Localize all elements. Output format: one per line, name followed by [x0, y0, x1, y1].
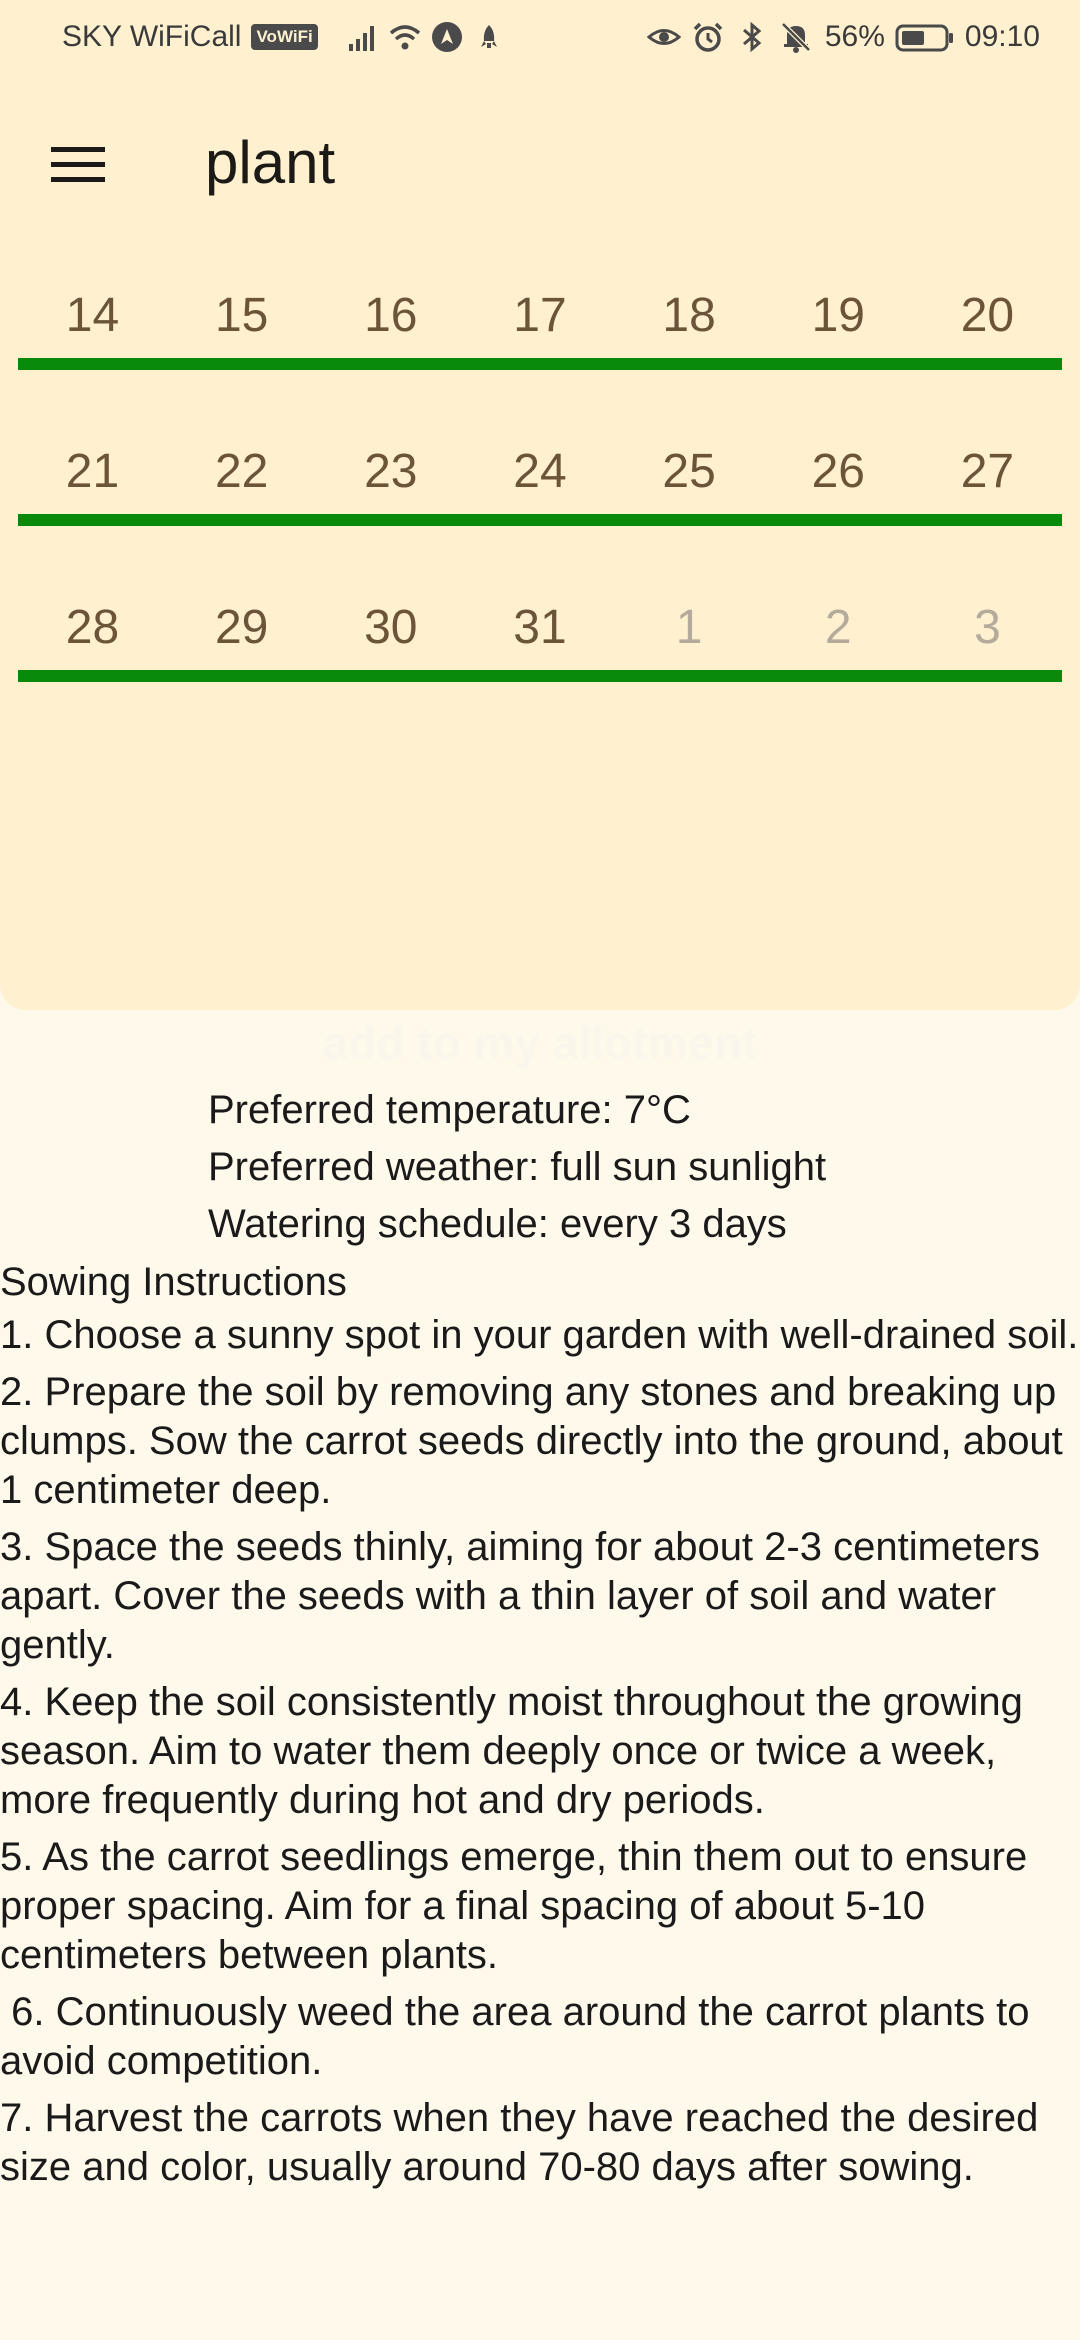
- calendar-day[interactable]: 17: [465, 288, 614, 343]
- calendar-day[interactable]: 25: [615, 444, 764, 499]
- calendar-week-divider: [18, 670, 1062, 682]
- carrier-label: SKY WiFiCall: [62, 20, 242, 53]
- instruction-step: 6. Continuously weed the area around the…: [0, 1990, 1041, 2083]
- calendar-card: SKY WiFiCall VoWiFi 56% 09:10 plant 14 1…: [0, 0, 1080, 1010]
- calendar-day-next-month[interactable]: 3: [913, 600, 1062, 655]
- status-right: 56% 09:10: [646, 20, 1040, 54]
- calendar-week-1: 14 15 16 17 18 19 20: [18, 260, 1062, 416]
- page-title: plant: [205, 129, 336, 196]
- calendar-week-divider: [18, 514, 1062, 526]
- bluetooth-icon: [742, 21, 762, 53]
- calendar-day[interactable]: 27: [913, 444, 1062, 499]
- signal-icon: [348, 26, 374, 51]
- status-bar: SKY WiFiCall VoWiFi 56% 09:10: [0, 0, 1080, 76]
- instruction-step: 3. Space the seeds thinly, aiming for ab…: [0, 1525, 1040, 1667]
- wifi-icon: [389, 25, 420, 50]
- preferred-weather: Preferred weather: full sun sunlight: [208, 1145, 827, 1189]
- calendar-day[interactable]: 31: [465, 600, 614, 655]
- calendar-day[interactable]: 21: [18, 444, 167, 499]
- clock: 09:10: [964, 20, 1040, 53]
- calendar-day[interactable]: 18: [615, 288, 764, 343]
- calendar-day-next-month[interactable]: 1: [615, 600, 764, 655]
- calendar-day[interactable]: 30: [316, 600, 465, 655]
- hamburger-menu-icon: [51, 147, 105, 182]
- calendar-day[interactable]: 20: [913, 288, 1062, 343]
- app-bar: plant: [0, 100, 1080, 230]
- calendar-day-next-month[interactable]: 2: [764, 600, 913, 655]
- instruction-step: 5. As the carrot seedlings emerge, thin …: [0, 1835, 1028, 1977]
- plant-info: Preferred temperature: 7°C Preferred wea…: [208, 1082, 826, 1253]
- calendar-week-divider: [18, 358, 1062, 370]
- calendar-day[interactable]: 19: [764, 288, 913, 343]
- preferred-temperature: Preferred temperature: 7°C: [208, 1088, 691, 1132]
- alarm-icon: [693, 22, 723, 52]
- calendar-day[interactable]: 28: [18, 600, 167, 655]
- instruction-step: 1. Choose a sunny spot in your garden wi…: [0, 1313, 1079, 1357]
- eye-icon: [646, 29, 681, 45]
- calendar-week-2: 21 22 23 24 25 26 27: [18, 416, 1062, 572]
- calendar-day[interactable]: 14: [18, 288, 167, 343]
- calendar-day[interactable]: 24: [465, 444, 614, 499]
- instruction-step: 2. Prepare the soil by removing any ston…: [0, 1370, 1063, 1512]
- sowing-instructions: Sowing Instructions 1. Choose a sunny sp…: [0, 1254, 1080, 2200]
- navigation-icon: [431, 22, 462, 52]
- instruction-step: 7. Harvest the carrots when they have re…: [0, 2096, 1039, 2189]
- rocket-icon: [480, 25, 497, 48]
- instruction-step: 4. Keep the soil consistently moist thro…: [0, 1680, 1023, 1822]
- watering-schedule: Watering schedule: every 3 days: [208, 1202, 787, 1246]
- instructions-heading: Sowing Instructions: [0, 1260, 347, 1304]
- calendar-day[interactable]: 26: [764, 444, 913, 499]
- calendar-week-3: 28 29 30 31 1 2 3: [18, 572, 1062, 728]
- status-left: SKY WiFiCall VoWiFi: [62, 20, 506, 54]
- add-to-allotment-button[interactable]: add to my allotment: [0, 1016, 1080, 1070]
- calendar-day[interactable]: 15: [167, 288, 316, 343]
- menu-button[interactable]: [36, 130, 120, 200]
- battery-percentage: 56%: [824, 20, 885, 53]
- calendar: 14 15 16 17 18 19 20 21 22 23 24 25 26 2…: [18, 260, 1062, 728]
- calendar-day[interactable]: 23: [316, 444, 465, 499]
- calendar-day[interactable]: 16: [316, 288, 465, 343]
- calendar-day[interactable]: 29: [167, 600, 316, 655]
- battery-icon: [895, 24, 953, 52]
- status-icons-left: [346, 20, 506, 54]
- calendar-day[interactable]: 22: [167, 444, 316, 499]
- bell-off-icon: [781, 22, 811, 53]
- vowifi-badge: VoWiFi: [251, 24, 318, 50]
